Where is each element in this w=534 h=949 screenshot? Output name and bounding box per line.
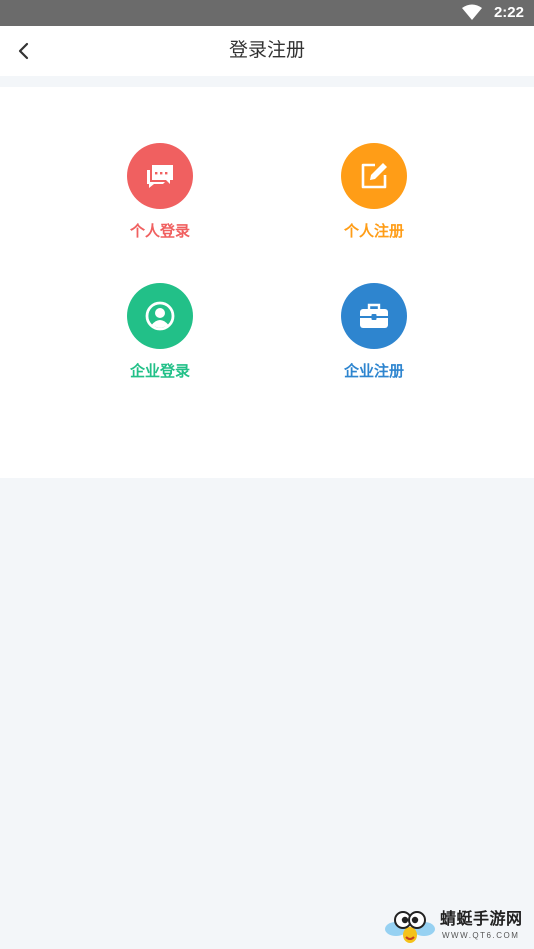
personal-login-icon-circle [127, 143, 193, 209]
personal-register-button[interactable]: 个人注册 [304, 143, 444, 253]
personal-register-label: 个人注册 [343, 222, 404, 240]
watermark-url: WWW.QT6.COM [442, 931, 520, 940]
watermark: 蜻蜓手游网 WWW.QT6.COM [384, 905, 530, 947]
page-title: 登录注册 [228, 39, 305, 61]
company-register-label: 企业注册 [343, 362, 404, 380]
login-register-panel: 个人登录 个人注册 企业登录 企业注册 [0, 87, 534, 478]
dragonfly-mascot-logo [385, 911, 435, 943]
company-register-button[interactable]: 企业注册 [304, 283, 444, 393]
chat-bubbles-icon [147, 165, 173, 188]
company-register-icon-circle [341, 283, 407, 349]
briefcase-icon [360, 303, 388, 328]
edit-pencil-icon [361, 163, 387, 189]
user-circle-icon [145, 301, 175, 331]
personal-register-icon-circle [341, 143, 407, 209]
company-login-label: 企业登录 [129, 362, 190, 380]
status-time: 2:22 [493, 4, 524, 21]
personal-login-label: 个人登录 [129, 222, 190, 240]
personal-login-button[interactable]: 个人登录 [90, 143, 230, 253]
company-login-button[interactable]: 企业登录 [90, 283, 230, 393]
company-login-icon-circle [127, 283, 193, 349]
wifi-icon [462, 4, 482, 20]
status-bar: 2:22 [0, 0, 534, 26]
app-bar: 登录注册 [0, 26, 534, 76]
watermark-title: 蜻蜓手游网 [440, 909, 523, 928]
